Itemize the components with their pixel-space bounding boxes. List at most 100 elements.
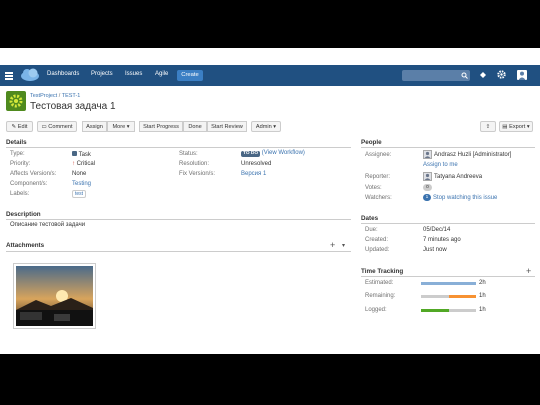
start-review-button[interactable]: Start Review — [207, 121, 247, 132]
attachments-divider — [6, 251, 351, 252]
description-text: Описание тестовой задачи — [10, 222, 86, 228]
search-input[interactable] — [402, 70, 470, 81]
view-workflow-link[interactable]: (View Workflow) — [262, 150, 305, 156]
jira-logo[interactable] — [20, 68, 40, 82]
description-divider — [6, 219, 351, 220]
label-tag[interactable]: test — [72, 190, 87, 198]
description-heading: Description — [6, 211, 41, 218]
export-button[interactable]: ▤ Export ▾ — [499, 121, 533, 132]
estimated-bar — [421, 282, 476, 285]
gear-icon[interactable] — [497, 70, 506, 79]
nav-projects[interactable]: Projects — [91, 71, 113, 77]
search-icon — [461, 72, 468, 79]
breadcrumb-project[interactable]: TestProject — [30, 93, 57, 99]
top-letterbox — [0, 0, 540, 48]
details-divider — [6, 147, 351, 148]
reporter-avatar — [423, 172, 432, 181]
resolution-label: Resolution: — [179, 161, 210, 167]
time-tracking-heading: Time Tracking — [361, 268, 404, 275]
people-divider — [361, 147, 535, 148]
fix-version-value[interactable]: Версия 1 — [241, 171, 266, 177]
status-badge: TO DO — [241, 150, 261, 157]
chevron-down-icon: ▾ — [273, 124, 277, 130]
dates-divider — [361, 223, 535, 224]
assign-button[interactable]: Assign — [82, 121, 107, 132]
affects-version-label: Affects Version/s: — [10, 171, 57, 177]
time-tracking-divider — [361, 276, 535, 277]
assignee-avatar — [423, 150, 432, 159]
more-label: More — [112, 124, 126, 130]
affects-version-value: None — [72, 171, 87, 177]
chevron-down-icon: ▾ — [126, 124, 130, 130]
dates-heading: Dates — [361, 215, 379, 222]
reporter-value[interactable]: Tatyana Andreeva — [434, 174, 482, 180]
created-value: 7 minutes ago — [423, 237, 461, 243]
logged-value: 1h — [479, 307, 486, 313]
task-icon — [72, 151, 77, 156]
status-value: TO DO (View Workflow) — [241, 150, 305, 157]
issue-title[interactable]: Тестовая задача 1 — [30, 101, 116, 112]
watchers-label: Watchers: — [365, 195, 392, 201]
logged-track — [421, 309, 476, 312]
breadcrumb: TestProject / TEST-1 — [30, 93, 80, 99]
labels-label: Labels: — [10, 191, 30, 197]
nav-issues[interactable]: Issues — [125, 71, 142, 77]
type-value: Task — [72, 151, 91, 158]
fix-version-label: Fix Version/s: — [179, 171, 216, 177]
type-label: Type: — [10, 151, 25, 157]
comment-label: Comment — [48, 124, 73, 130]
start-progress-button[interactable]: Start Progress — [139, 121, 183, 132]
stop-watching-link[interactable]: Stop watching this issue — [433, 195, 497, 201]
add-attachment-icon[interactable]: + — [330, 240, 335, 250]
edit-label: Edit — [17, 124, 28, 130]
estimated-value: 2h — [479, 280, 486, 286]
breadcrumb-issue-key[interactable]: TEST-1 — [62, 93, 81, 99]
done-button[interactable]: Done — [183, 121, 207, 132]
nav-agile[interactable]: Agile — [155, 71, 168, 77]
chevron-down-icon: ▾ — [526, 124, 530, 130]
more-button[interactable]: More ▾ — [107, 121, 135, 132]
assignee-label: Assignee: — [365, 152, 392, 158]
components-label: Component/s: — [10, 181, 48, 187]
app-switcher-icon[interactable] — [5, 72, 13, 80]
share-button[interactable]: ⇪ — [480, 121, 496, 132]
created-label: Created: — [365, 237, 389, 243]
assignee-value[interactable]: Andrasz Huzli [Administrator] — [434, 152, 511, 158]
attachment-thumbnail[interactable] — [13, 263, 96, 329]
attachment-options-icon[interactable]: ▾ — [342, 242, 345, 249]
details-heading: Details — [6, 139, 27, 146]
logged-label: Logged: — [365, 307, 387, 313]
remaining-bar — [448, 295, 476, 298]
help-icon[interactable] — [479, 71, 487, 79]
remaining-track — [421, 295, 476, 298]
nav-dashboards[interactable]: Dashboards — [47, 71, 79, 77]
priority-critical-icon: ↑ — [72, 161, 75, 167]
resolution-value: Unresolved — [241, 161, 272, 167]
status-label: Status: — [179, 151, 198, 157]
share-icon: ⇪ — [485, 124, 491, 130]
project-avatar[interactable] — [6, 91, 26, 111]
updated-label: Updated: — [365, 247, 390, 253]
pencil-icon: ✎ — [11, 124, 17, 130]
assign-to-me-link[interactable]: Assign to me — [423, 162, 458, 168]
export-label: Export — [509, 124, 526, 130]
attachments-heading: Attachments — [6, 242, 45, 249]
admin-label: Admin — [255, 124, 272, 130]
updated-value: Just now — [423, 247, 447, 253]
votes-badge[interactable]: 0 — [423, 184, 432, 191]
user-avatar[interactable] — [517, 70, 527, 80]
priority-label: Priority: — [10, 161, 31, 167]
edit-button[interactable]: ✎ Edit — [6, 121, 33, 132]
watchers-badge[interactable]: 1 — [423, 194, 431, 201]
log-work-icon[interactable]: + — [526, 266, 531, 276]
comment-button[interactable]: ▭ Comment — [37, 121, 77, 132]
components-value[interactable]: Testing — [72, 181, 91, 187]
create-button[interactable]: Create — [177, 70, 203, 81]
type-text: Task — [78, 152, 91, 158]
export-icon: ▤ — [502, 124, 508, 130]
logged-bar — [421, 309, 449, 312]
admin-button[interactable]: Admin ▾ — [251, 121, 281, 132]
estimated-label: Estimated: — [365, 280, 394, 286]
priority-text: Critical — [76, 161, 96, 167]
priority-value: ↑ Critical — [72, 161, 95, 167]
